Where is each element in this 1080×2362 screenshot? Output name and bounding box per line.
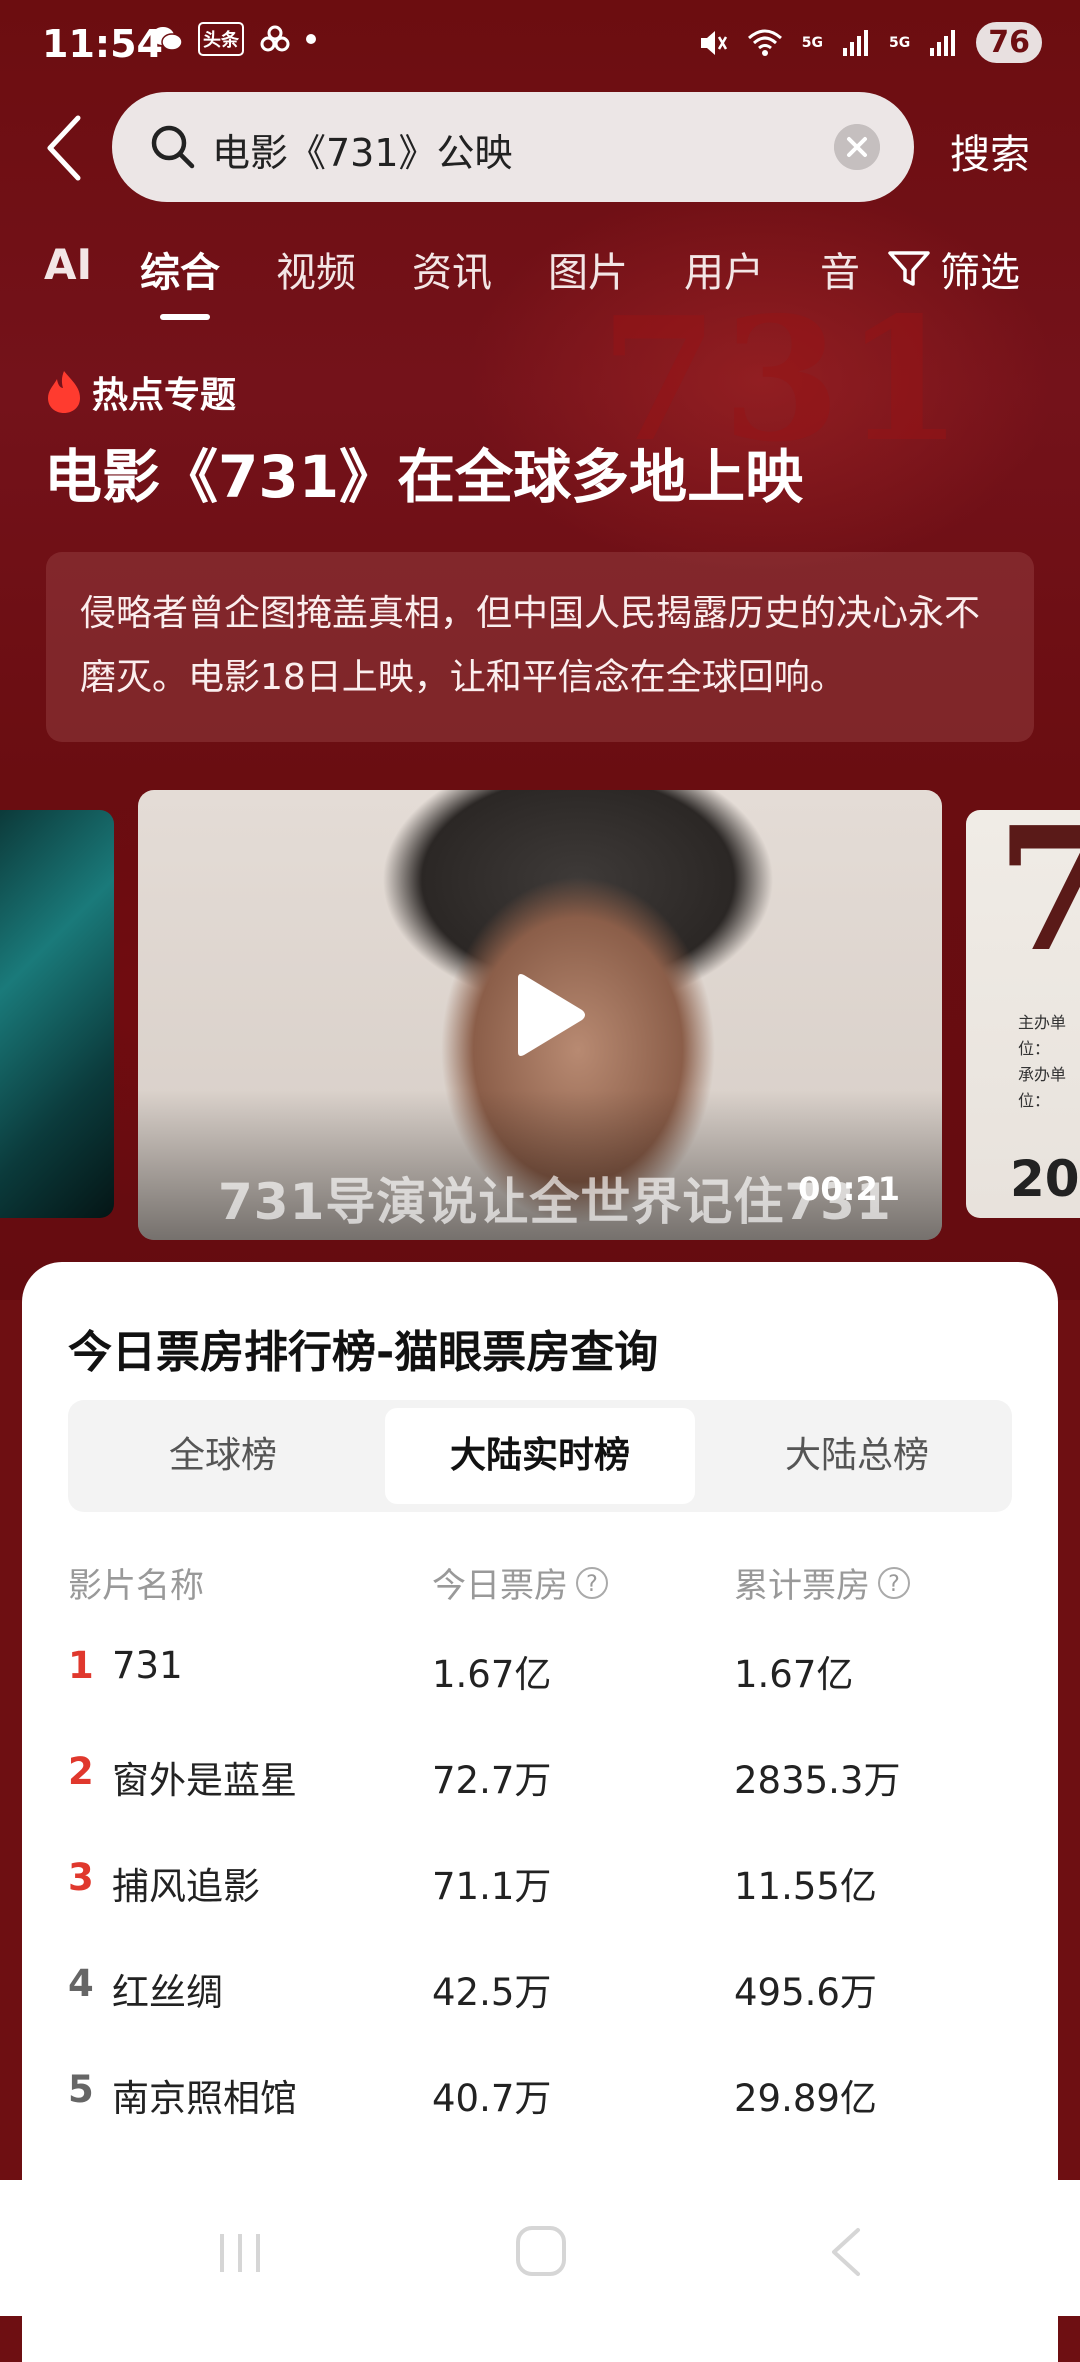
cloud-link-icon (260, 25, 290, 52)
poster-credit-line-1: 主办单位： (1018, 1013, 1067, 1058)
today-box-office: 72.7万 (432, 1759, 552, 1802)
column-header-total: 累计票房 ? (734, 1558, 910, 1607)
topic-headline[interactable]: 电影《731》在全球多地上映 (44, 430, 803, 514)
help-icon[interactable]: ? (576, 1566, 608, 1599)
clear-search-icon[interactable] (834, 124, 880, 170)
poster-big-text: 7 (996, 810, 1080, 990)
mute-icon (700, 30, 727, 55)
more-notifications-dot (306, 34, 316, 44)
topic-summary-text: 侵略者曾企图掩盖真相，但中国人民揭露历史的决心永不磨灭。电影18日上映，让和平信… (80, 593, 981, 698)
filter-label: 筛选 (940, 250, 1020, 296)
tab-users[interactable]: 用户 (684, 240, 764, 298)
table-row[interactable]: 3 捕风追影 71.1万 11.55亿 (22, 1856, 1058, 1936)
tab-ai[interactable]: AI (44, 240, 92, 289)
home-icon[interactable] (516, 2226, 566, 2276)
today-box-office: 42.5万 (432, 1971, 552, 2014)
wifi-icon (747, 29, 782, 56)
back-arrow-icon[interactable] (40, 112, 92, 184)
toutiao-icon: 头条 (198, 22, 244, 56)
hot-topic-label: 热点专题 (44, 366, 236, 418)
today-box-office: 1.67亿 (432, 1653, 552, 1696)
column-header-today: 今日票房 ? (432, 1558, 608, 1607)
battery-indicator: 76 (976, 22, 1042, 63)
poster-credits: 主办单位： 承办单位： (1018, 1010, 1080, 1114)
total-box-office: 29.89亿 (734, 2077, 877, 2120)
status-notification-icons: 头条 (150, 22, 316, 56)
movie-name: 捕风追影 (112, 1865, 260, 1908)
status-system-icons: 5G 5G 76 (698, 22, 1042, 63)
video-duration: 00:21 (798, 1170, 900, 1208)
table-row[interactable]: 4 红丝绸 42.5万 495.6万 (22, 1962, 1058, 2042)
today-box-office: 40.7万 (432, 2077, 552, 2120)
poster-year: 202 (1010, 1150, 1080, 1208)
filter-button[interactable]: 筛选 (886, 240, 1020, 298)
column-name-label: 影片名称 (68, 1566, 204, 1606)
video-card[interactable]: 731导演说让全世界记住731 00:21 (138, 790, 942, 1240)
table-row[interactable]: 2 窗外是蓝星 72.7万 2835.3万 (22, 1750, 1058, 1830)
signal-5g-label-2: 5G (889, 34, 911, 51)
help-icon[interactable]: ? (878, 1566, 910, 1599)
segment-mainland-realtime[interactable]: 大陆实时榜 (385, 1408, 695, 1504)
segment-mainland-total[interactable]: 大陆总榜 (702, 1408, 1012, 1504)
search-button[interactable]: 搜索 (950, 122, 1030, 180)
video-caption: 731导演说让全世界记住731 (218, 1173, 892, 1231)
table-row[interactable]: 1 731 1.67亿 1.67亿 (22, 1644, 1058, 1724)
status-time: 11:54 (42, 22, 163, 66)
wechat-icon (152, 27, 183, 51)
movie-name: 窗外是蓝星 (112, 1759, 297, 1802)
status-bar: 11:54 头条 5G 5G 76 (0, 0, 1080, 90)
rank-number: 2 (68, 1750, 94, 1793)
tab-comprehensive[interactable]: 综合 (140, 240, 220, 298)
total-box-office: 2835.3万 (734, 1759, 901, 1802)
rank-number: 3 (68, 1856, 94, 1899)
filter-funnel-icon (888, 251, 930, 286)
signal-bars-icon-2 (930, 29, 956, 56)
signal-5g-label-1: 5G (801, 34, 824, 51)
tab-video[interactable]: 视频 (276, 240, 356, 298)
table-row[interactable]: 5 南京照相馆 40.7万 29.89亿 (22, 2068, 1058, 2148)
tab-music[interactable]: 音 (820, 240, 860, 298)
search-query-text: 电影《731》公映 (212, 131, 513, 175)
column-today-label: 今日票房 (432, 1566, 568, 1606)
rank-number: 5 (68, 2068, 94, 2111)
recent-apps-icon[interactable] (216, 2230, 264, 2276)
movie-name: 红丝绸 (112, 1971, 223, 2014)
movie-name: 731 (112, 1644, 183, 1687)
total-box-office: 1.67亿 (734, 1653, 854, 1696)
search-input[interactable]: 电影《731》公映 (112, 92, 914, 202)
signal-bars-icon (843, 29, 869, 56)
search-icon (151, 125, 195, 169)
flame-icon (48, 371, 80, 413)
column-header-name: 影片名称 (68, 1558, 204, 1607)
today-box-office: 71.1万 (432, 1865, 552, 1908)
carousel-card-next[interactable]: 7 主办单位： 承办单位： 202 (966, 810, 1080, 1218)
column-total-label: 累计票房 (734, 1566, 870, 1606)
rank-number: 1 (68, 1644, 94, 1687)
tab-news[interactable]: 资讯 (412, 240, 492, 298)
active-tab-indicator (160, 314, 210, 320)
poster-credit-line-2: 承办单位： (1018, 1065, 1067, 1110)
segment-global[interactable]: 全球榜 (68, 1408, 378, 1504)
hot-topic-text: 热点专题 (92, 375, 237, 416)
system-navigation-bar (0, 2180, 1080, 2316)
nav-back-icon[interactable] (826, 2226, 866, 2278)
carousel-card-previous[interactable] (0, 810, 114, 1218)
movie-name: 南京照相馆 (112, 2077, 297, 2120)
ranking-segmented-control: 全球榜 大陆实时榜 大陆总榜 (68, 1400, 1012, 1512)
topic-summary-card[interactable]: 侵略者曾企图掩盖真相，但中国人民揭露历史的决心永不磨灭。电影18日上映，让和平信… (46, 552, 1034, 742)
total-box-office: 495.6万 (734, 1971, 877, 2014)
tab-images[interactable]: 图片 (548, 240, 628, 298)
rank-number: 4 (68, 1962, 94, 2005)
play-icon[interactable] (508, 970, 588, 1060)
total-box-office: 11.55亿 (734, 1865, 877, 1908)
box-office-title[interactable]: 今日票房排行榜-猫眼票房查询 (68, 1316, 658, 1380)
